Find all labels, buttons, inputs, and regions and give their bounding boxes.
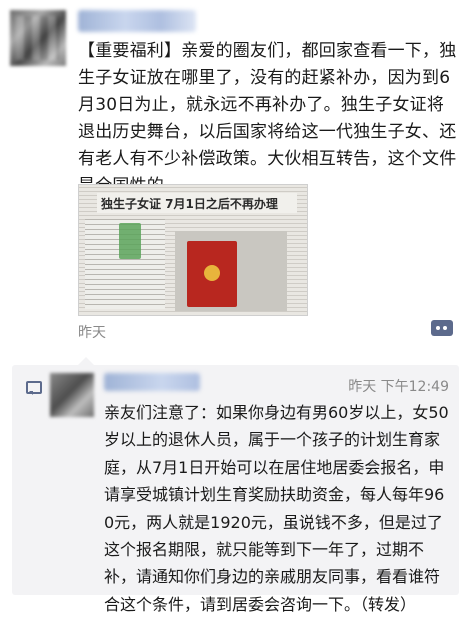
green-figure (119, 223, 141, 259)
commenter-name[interactable] (104, 373, 200, 391)
post-time: 昨天 (78, 325, 106, 341)
moment-post: 【重要福利】亲爱的圈友们，都回家查看一下，独生子女证放在哪里了，没有的赶紧补办，… (0, 0, 467, 360)
certificate-icon (187, 241, 237, 307)
post-image[interactable]: 独生子女证 7月1日之后不再办理 (78, 184, 308, 316)
commenter-avatar[interactable] (50, 373, 94, 417)
comment-menu-icon[interactable] (431, 320, 453, 336)
comment-time: 昨天 下午12:49 (348, 379, 449, 395)
image-headline: 独生子女证 7月1日之后不再办理 (97, 193, 297, 213)
avatar[interactable] (10, 10, 66, 66)
poster-name[interactable] (78, 10, 196, 32)
post-text: 【重要福利】亲爱的圈友们，都回家查看一下，独生子女证放在哪里了，没有的赶紧补办，… (78, 41, 457, 196)
comment-text[interactable]: 亲友们注意了：如果你身边有男60岁以上，女50岁以上的退休人员，属于一个孩子的计… (104, 399, 454, 618)
comment-section: 昨天 下午12:49 亲友们注意了：如果你身边有男60岁以上，女50岁以上的退休… (12, 357, 459, 614)
comment-icon (26, 381, 42, 395)
